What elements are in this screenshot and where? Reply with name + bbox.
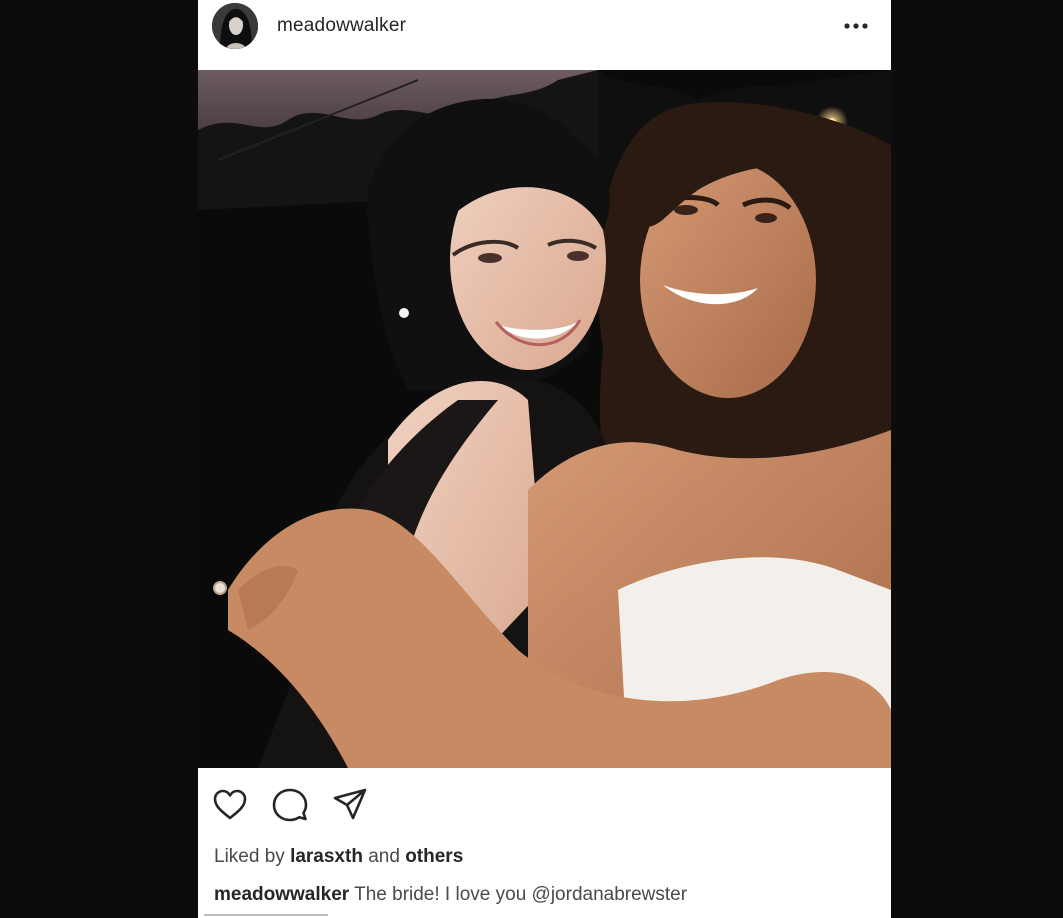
caption-username-link[interactable]: meadowwalker: [214, 884, 349, 905]
heart-icon: [213, 789, 247, 820]
likes-joiner: and: [368, 846, 400, 867]
post-header: meadowwalker: [198, 0, 891, 70]
comment-bubble-icon: [272, 788, 308, 822]
comment-button[interactable]: [271, 786, 309, 824]
likes-summary: Liked by larasxth and others: [214, 846, 463, 868]
instagram-post: meadowwalker Liked by larasxth and other…: [198, 0, 891, 918]
more-horizontal-icon: [844, 23, 868, 29]
avatar[interactable]: [212, 3, 258, 49]
post-photo-illustration: [198, 70, 891, 768]
more-options-button[interactable]: [838, 12, 874, 40]
post-caption: meadowwalker The bride! I love you @jord…: [214, 884, 687, 906]
liked-by-user-link[interactable]: larasxth: [290, 846, 363, 867]
share-button[interactable]: [331, 786, 369, 824]
likes-prefix: Liked by: [214, 846, 285, 867]
paper-plane-icon: [333, 788, 367, 820]
post-photo[interactable]: [198, 70, 891, 768]
caption-text: The bride! I love you: [354, 884, 527, 905]
liked-by-others-link[interactable]: others: [405, 846, 463, 867]
post-username[interactable]: meadowwalker: [277, 15, 406, 37]
divider: [204, 914, 328, 916]
post-actions: [198, 768, 891, 840]
caption-mention-link[interactable]: @jordanabrewster: [532, 884, 688, 905]
like-button[interactable]: [211, 786, 249, 824]
